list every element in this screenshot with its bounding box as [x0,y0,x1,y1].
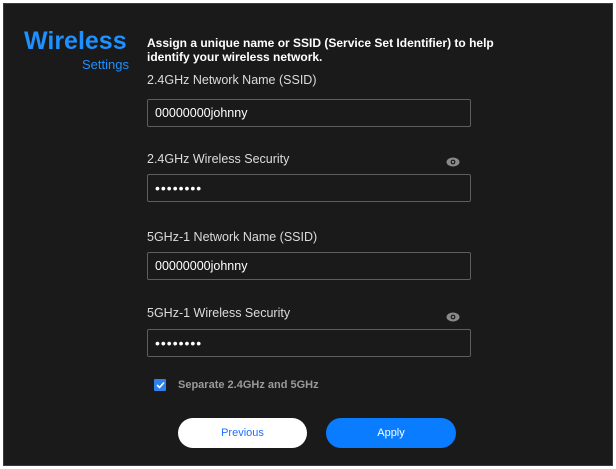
ssid-description: Assign a unique name or SSID (Service Se… [147,36,494,64]
apply-button[interactable]: Apply [326,418,456,448]
ssid-5ghz-input[interactable] [147,252,471,280]
separate-bands-checkbox[interactable] [154,379,166,391]
page-subtitle: Settings [82,57,129,72]
eye-icon[interactable] [446,154,460,167]
checkmark-icon [155,381,165,389]
eye-icon[interactable] [446,309,460,322]
ssid-5ghz-label: 5GHz-1 Network Name (SSID) [147,230,318,244]
separate-bands-row: Separate 2.4GHz and 5GHz [154,379,319,391]
ssid-24ghz-label: 2.4GHz Network Name (SSID) [147,73,317,87]
wireless-settings-panel: Wireless Settings Assign a unique name o… [3,3,613,466]
security-5ghz-label: 5GHz-1 Wireless Security [147,306,291,320]
page-title: Wireless [24,27,127,55]
previous-button[interactable]: Previous [178,418,307,448]
separate-bands-label: Separate 2.4GHz and 5GHz [178,379,319,391]
security-5ghz-input[interactable] [147,329,471,357]
security-24ghz-label: 2.4GHz Wireless Security [147,152,290,166]
ssid-24ghz-input[interactable] [147,99,471,127]
security-24ghz-input[interactable] [147,174,471,202]
